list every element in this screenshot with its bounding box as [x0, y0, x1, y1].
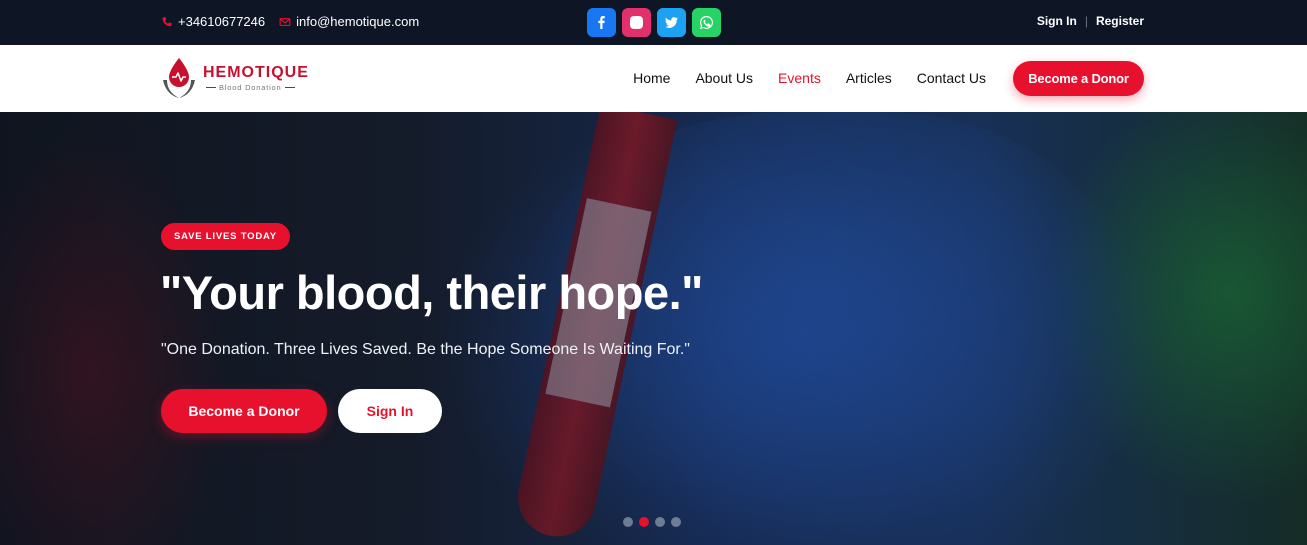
register-link[interactable]: Register	[1096, 14, 1144, 28]
sign-in-hero-button[interactable]: Sign In	[338, 389, 442, 433]
hero-headline: "Your blood, their hope."	[160, 266, 703, 319]
hero-overlay	[0, 112, 1307, 545]
slider-dot-1[interactable]	[623, 517, 633, 527]
envelope-icon	[279, 16, 291, 28]
facebook-button[interactable]	[587, 8, 616, 37]
main-menu: Home About Us Events Articles Contact Us	[633, 70, 986, 86]
logo-brand: HEMOTIQUE	[203, 64, 309, 81]
blood-drop-hands-icon	[163, 58, 195, 98]
menu-item-about-us[interactable]: About Us	[695, 70, 753, 86]
slider-dot-2[interactable]	[639, 517, 649, 527]
whatsapp-button[interactable]	[692, 8, 721, 37]
slider-pagination	[623, 517, 681, 527]
email-contact[interactable]: info@hemotique.com	[279, 14, 419, 29]
contact-info: +34610677246 info@hemotique.com	[161, 14, 433, 29]
facebook-icon	[598, 16, 605, 29]
auth-links: Sign In | Register	[1037, 14, 1144, 28]
sign-in-link[interactable]: Sign In	[1037, 14, 1077, 28]
menu-item-home[interactable]: Home	[633, 70, 670, 86]
hero-tagline: "One Donation. Three Lives Saved. Be the…	[161, 341, 690, 358]
phone-contact[interactable]: +34610677246	[161, 14, 265, 29]
top-bar: +34610677246 info@hemotique.com Sign In …	[0, 0, 1307, 45]
social-links	[587, 8, 721, 37]
twitter-button[interactable]	[657, 8, 686, 37]
menu-item-contact-us[interactable]: Contact Us	[917, 70, 986, 86]
auth-separator: |	[1084, 14, 1088, 28]
become-donor-nav-button[interactable]: Become a Donor	[1013, 61, 1144, 96]
menu-item-events[interactable]: Events	[778, 70, 821, 86]
main-navbar: HEMOTIQUE Blood Donation Home About Us E…	[0, 45, 1307, 112]
logo-subtitle: Blood Donation	[203, 83, 309, 92]
whatsapp-icon	[700, 16, 713, 29]
become-donor-hero-button[interactable]: Become a Donor	[161, 389, 327, 433]
menu-item-articles[interactable]: Articles	[846, 70, 892, 86]
logo[interactable]: HEMOTIQUE Blood Donation	[161, 56, 309, 101]
slider-dot-4[interactable]	[671, 517, 681, 527]
instagram-icon	[630, 16, 643, 29]
phone-icon	[161, 16, 173, 28]
twitter-icon	[665, 17, 678, 28]
instagram-button[interactable]	[622, 8, 651, 37]
phone-number: +34610677246	[178, 14, 266, 29]
hero-badge: SAVE LIVES TODAY	[161, 223, 290, 250]
email-address: info@hemotique.com	[296, 14, 420, 29]
hero-slider: SAVE LIVES TODAY "Your blood, their hope…	[0, 112, 1307, 545]
slider-dot-3[interactable]	[655, 517, 665, 527]
